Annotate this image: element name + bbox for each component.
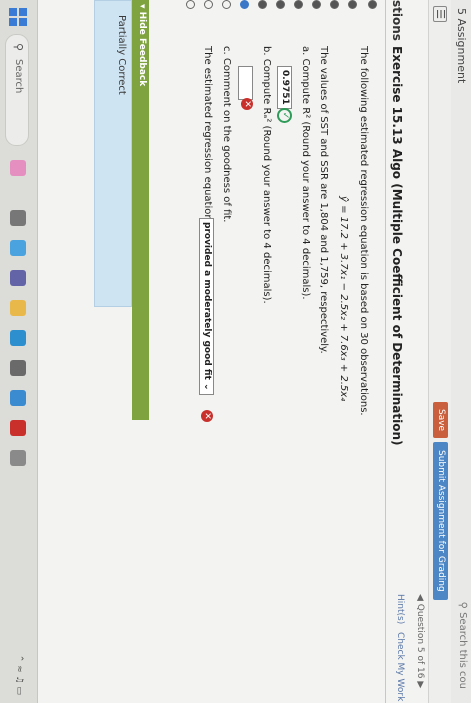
chevron-left-icon[interactable]: ◀ xyxy=(415,594,425,601)
system-tray[interactable]: ⌃ ≈ ♫ ▭ xyxy=(14,655,24,695)
windows-start-icon[interactable] xyxy=(9,8,27,26)
store-icon[interactable] xyxy=(10,360,26,376)
check-icon: ✓ xyxy=(277,108,292,123)
wifi-icon: ≈ xyxy=(14,665,24,673)
menu-icon[interactable]: ☰ xyxy=(433,6,447,22)
part-c-prompt: c. Comment on the goodness of fit. xyxy=(221,46,232,223)
question-dot[interactable] xyxy=(312,0,321,9)
part-b-prompt: b. Compute Rₐ² (Round your answer to 4 d… xyxy=(261,46,272,304)
question-dot-current[interactable] xyxy=(240,0,249,9)
goodness-of-fit-select[interactable]: provided a moderately good fit ⌄ xyxy=(199,218,214,395)
sst-ssr-values: The values of SST and SSR are 1,804 and … xyxy=(318,46,329,354)
chevron-up-icon[interactable]: ⌃ xyxy=(14,655,24,663)
questions-section-label: stions xyxy=(390,0,404,41)
file-explorer-icon[interactable] xyxy=(10,210,26,226)
regression-equation: ŷ = 17.2 + 3.7x₁ − 2.5x₂ + 7.6x₃ + 2.5x₄ xyxy=(338,196,349,402)
teams-icon[interactable] xyxy=(10,270,26,286)
volume-icon: ♫ xyxy=(14,675,24,684)
question-dot[interactable] xyxy=(276,0,285,9)
menu-row: ☰ Save Submit Assignment for Grading xyxy=(428,0,451,703)
top-header: 5 Assignment ⚲ Search this cou xyxy=(450,0,471,703)
question-counter-text: Question 5 of 16 xyxy=(415,603,425,679)
feedback-toggle-bar[interactable]: ▾ Hide Feedback xyxy=(132,0,149,420)
app-icon[interactable] xyxy=(10,240,26,256)
part-a-answer[interactable]: 0.9751 xyxy=(277,66,292,109)
chevron-down-icon: ⌄ xyxy=(202,382,212,391)
incorrect-icon: ✕ xyxy=(241,98,253,110)
battery-icon: ▭ xyxy=(14,686,24,695)
question-content: The following estimated regression equat… xyxy=(94,0,377,703)
app-icon[interactable] xyxy=(10,420,26,436)
goodness-statement: The estimated regression equation xyxy=(202,46,213,221)
chevron-right-icon[interactable]: ▶ xyxy=(415,681,425,688)
course-search[interactable]: ⚲ Search this cou xyxy=(457,602,468,689)
question-dot[interactable] xyxy=(330,0,339,9)
search-icon: ⚲ xyxy=(12,43,25,52)
folder-icon[interactable] xyxy=(10,300,26,316)
app-icon[interactable] xyxy=(10,390,26,406)
part-b-answer[interactable] xyxy=(238,66,253,100)
app-icon[interactable] xyxy=(10,450,26,466)
course-search-text: Search this cou xyxy=(457,612,468,689)
search-icon: ⚲ xyxy=(457,601,468,613)
assignment-title: 5 Assignment xyxy=(455,8,468,84)
taskbar-search[interactable]: ⚲ Search xyxy=(5,34,29,146)
question-dot[interactable] xyxy=(294,0,303,9)
part-a-prompt: a. Compute R² (Round your answer to 4 de… xyxy=(300,46,311,300)
hide-feedback-toggle[interactable]: ▾ Hide Feedback xyxy=(137,4,147,86)
question-counter[interactable]: ◀ Question 5 of 16 ▶ xyxy=(415,594,425,688)
save-button[interactable]: Save xyxy=(433,402,448,439)
question-dot[interactable] xyxy=(368,0,377,9)
feedback-panel: Partially Correct xyxy=(94,0,132,307)
submit-assignment-button[interactable]: Submit Assignment for Grading xyxy=(433,442,448,600)
exercise-title: Exercise 15.13 Algo (Multiple Coefficien… xyxy=(390,46,404,446)
question-dot[interactable] xyxy=(348,0,357,9)
question-dot[interactable] xyxy=(204,0,213,9)
question-dot[interactable] xyxy=(222,0,231,9)
question-intro: The following estimated regression equat… xyxy=(358,46,369,416)
question-navigation: ◀ Question 5 of 16 ▶ Hint(s) Check My Wo… xyxy=(395,0,428,703)
exercise-title-bar: stions Exercise 15.13 Algo (Multiple Coe… xyxy=(385,0,408,703)
question-dot[interactable] xyxy=(186,0,195,9)
goodness-of-fit-value: provided a moderately good fit xyxy=(202,222,212,380)
edge-icon[interactable] xyxy=(10,330,26,346)
taskbar-search-label: Search xyxy=(13,59,24,94)
feedback-status: Partially Correct xyxy=(116,15,127,95)
browser-screen: 5 Assignment ⚲ Search this cou ☰ Save Su… xyxy=(0,0,471,703)
incorrect-icon: ✕ xyxy=(201,410,213,422)
copilot-icon[interactable] xyxy=(10,160,26,176)
question-dot[interactable] xyxy=(258,0,267,9)
taskbar: ⚲ Search ⌃ ≈ ♫ ▭ xyxy=(0,0,38,703)
